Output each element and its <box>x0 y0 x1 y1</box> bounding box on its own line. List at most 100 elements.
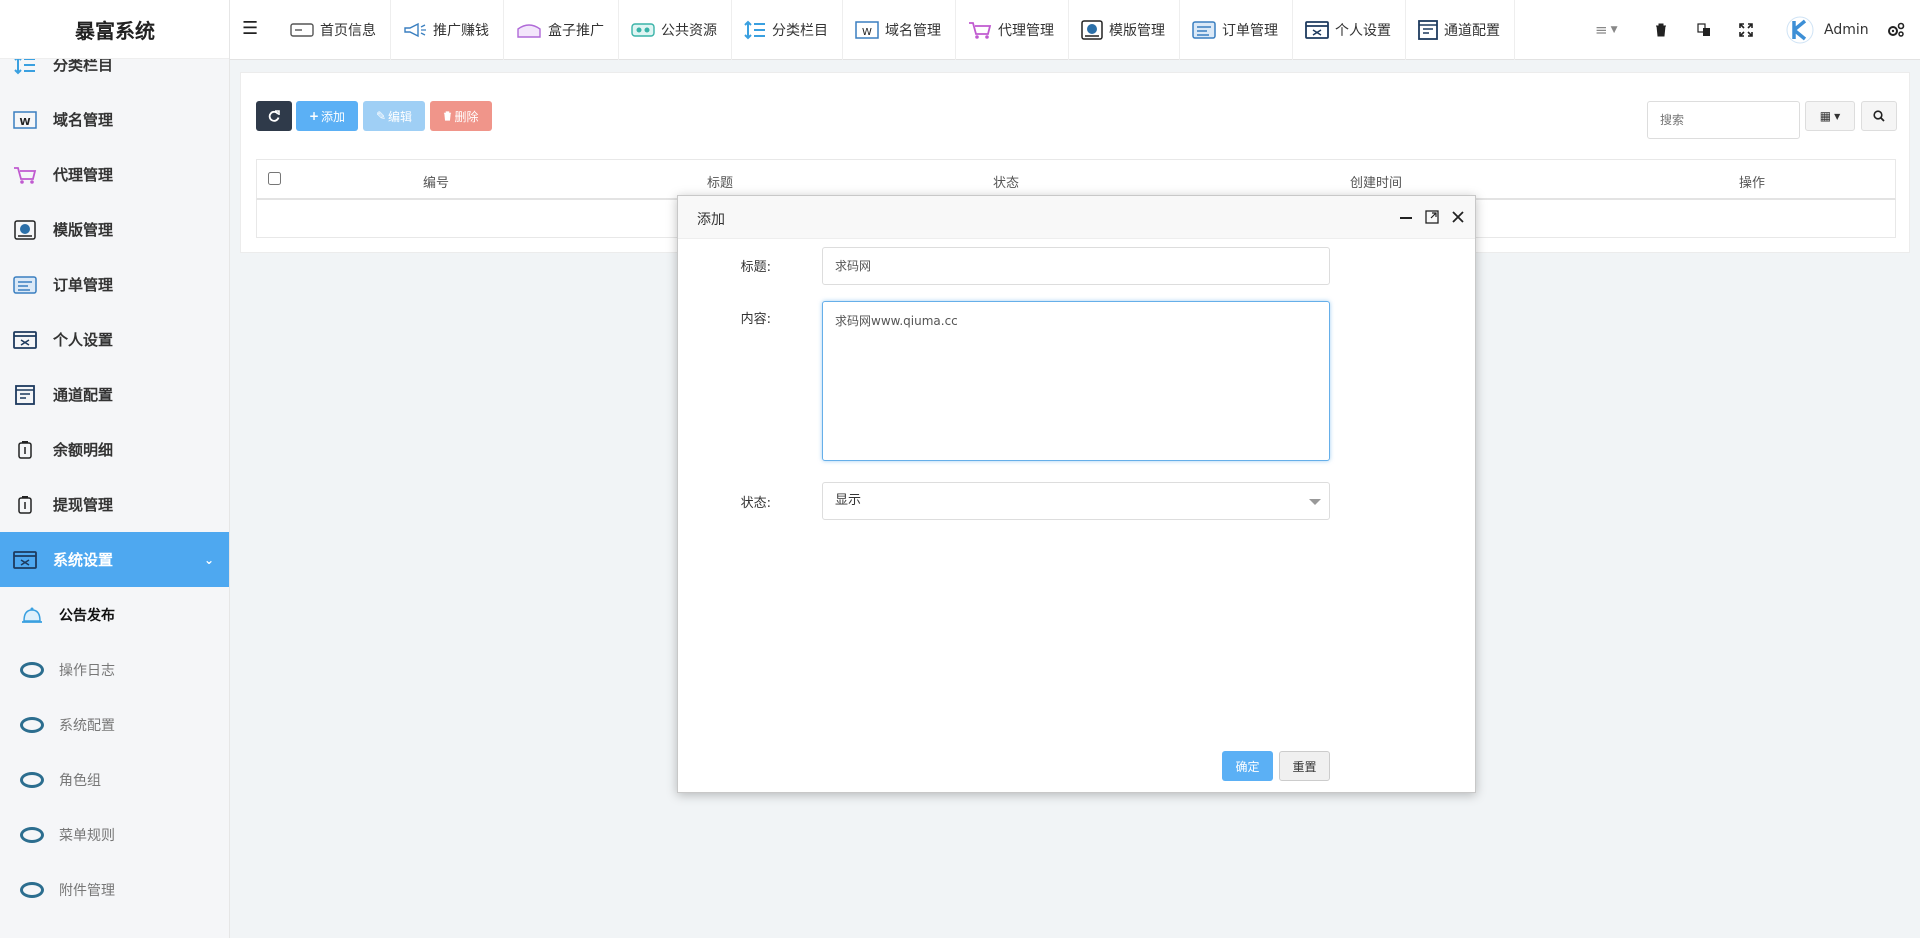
channel-icon <box>1418 20 1438 40</box>
minimize-button[interactable] <box>1397 208 1415 226</box>
system-icon <box>12 550 38 570</box>
reset-button[interactable]: 重置 <box>1279 751 1330 781</box>
sidebar-item-withdraw[interactable]: 提现管理 <box>0 477 229 532</box>
nav-tab-profile[interactable]: 个人设置 <box>1293 0 1406 60</box>
add-button[interactable]: + 添加 <box>296 101 358 131</box>
sidebar-subitem-label: 公告发布 <box>59 607 115 624</box>
status-select[interactable]: 显示 <box>822 482 1330 520</box>
nav-tab-template[interactable]: 模版管理 <box>1069 0 1180 60</box>
nav-tab-label: 盒子推广 <box>548 23 604 39</box>
pencil-icon: ✎ <box>375 109 387 123</box>
sidebar-item-balance[interactable]: 余额明细 <box>0 422 229 477</box>
sidebar-item-order[interactable]: 订单管理 <box>0 257 229 312</box>
minimize-icon <box>1400 217 1412 219</box>
sidebar-item-label: 系统设置 <box>53 551 114 569</box>
sidebar-subitem-rolegroup[interactable]: 角色组 <box>0 752 229 807</box>
add-button-label: 添加 <box>321 109 346 124</box>
app-logo-title[interactable]: 暴富系统 <box>0 0 229 59</box>
status-select-value: 显示 <box>835 493 862 508</box>
edit-button[interactable]: ✎ 编辑 <box>363 101 425 131</box>
nav-tab-label: 模版管理 <box>1109 23 1165 39</box>
nav-tab-label: 通道配置 <box>1444 23 1500 39</box>
columns-toggle-button[interactable]: ▦ ▼ <box>1805 101 1855 131</box>
nav-tab-label: 域名管理 <box>885 23 941 39</box>
sidebar-item-profile[interactable]: 个人设置 <box>0 312 229 367</box>
nav-tab-home[interactable]: 首页信息 <box>278 0 391 60</box>
search-input[interactable] <box>1647 101 1800 139</box>
nav-tab-box[interactable]: 盒子推广 <box>504 0 619 60</box>
sidebar-item-label: 个人设置 <box>53 331 114 349</box>
nav-tab-order[interactable]: 订单管理 <box>1180 0 1293 60</box>
ring-icon <box>20 881 44 898</box>
language-button[interactable] <box>1697 0 1711 60</box>
column-header-title[interactable]: 标题 <box>707 172 733 191</box>
sidebar-item-label: 域名管理 <box>53 111 114 129</box>
close-icon <box>1452 211 1464 223</box>
trash-icon <box>444 111 452 121</box>
sidebar-item-template[interactable]: 模版管理 <box>0 202 229 257</box>
sidebar-item-domain[interactable]: W 域名管理 <box>0 92 229 147</box>
dialog-header[interactable]: 添加 <box>678 196 1475 239</box>
sidebar-subitem-label: 系统配置 <box>59 717 115 734</box>
sidebar-item-label: 余额明细 <box>53 441 114 459</box>
plus-icon: + <box>308 109 320 123</box>
hamburger-menu-icon[interactable]: ☰ <box>242 18 258 39</box>
content-field-label: 内容: <box>740 312 771 327</box>
sidebar-subitem-menurule[interactable]: 菜单规则 <box>0 807 229 862</box>
more-tabs-dropdown[interactable]: ≡ ▼ <box>1595 0 1618 60</box>
nav-tab-label: 推广赚钱 <box>433 23 489 39</box>
sidebar-subitem-label: 附件管理 <box>59 882 115 899</box>
status-field-label: 状态: <box>740 496 771 511</box>
profile-icon <box>12 330 38 350</box>
search-button[interactable] <box>1861 101 1897 131</box>
gears-icon <box>1888 22 1905 37</box>
nav-tab-category[interactable]: 分类栏目 <box>732 0 843 60</box>
nav-tab-label: 个人设置 <box>1335 23 1391 39</box>
box-icon <box>517 24 541 38</box>
svg-text:W: W <box>19 117 30 128</box>
refresh-button[interactable] <box>256 101 292 131</box>
sidebar-subitem-announcement[interactable]: 公告发布 <box>0 587 229 642</box>
nav-tab-promote[interactable]: 推广赚钱 <box>391 0 504 60</box>
sidebar-subitem-attachment[interactable]: 附件管理 <box>0 862 229 917</box>
list-icon: ≡ <box>1595 21 1608 39</box>
settings-button[interactable] <box>1887 0 1905 60</box>
content-textarea[interactable]: 求码网www.qiuma.cc <box>822 301 1330 461</box>
column-header-created[interactable]: 创建时间 <box>1350 172 1402 191</box>
domain-icon: W <box>12 110 38 130</box>
nav-tab-agent[interactable]: 代理管理 <box>956 0 1069 60</box>
caret-down-icon: ▼ <box>1834 111 1841 121</box>
nav-tab-label: 分类栏目 <box>772 23 828 39</box>
maximize-button[interactable] <box>1423 208 1441 226</box>
fullscreen-button[interactable] <box>1739 0 1753 60</box>
sidebar-item-label: 订单管理 <box>53 276 114 294</box>
user-menu[interactable]: Admin <box>1786 0 1869 60</box>
search-icon <box>1873 110 1885 122</box>
nav-tabs: 首页信息 推广赚钱 盒子推广 公共资源 分类栏目 W 域名管理 代理管理 模版管 <box>278 0 1515 60</box>
sidebar-subitem-oplog[interactable]: 操作日志 <box>0 642 229 697</box>
sidebar-subitem-sysconfig[interactable]: 系统配置 <box>0 697 229 752</box>
column-header-status[interactable]: 状态 <box>993 172 1019 191</box>
nav-tab-resource[interactable]: 公共资源 <box>619 0 732 60</box>
ring-icon <box>20 661 44 678</box>
close-button[interactable] <box>1449 208 1467 226</box>
title-field[interactable]: 求码网 <box>822 247 1330 285</box>
confirm-button[interactable]: 确定 <box>1222 751 1273 781</box>
nav-tab-channel[interactable]: 通道配置 <box>1406 0 1515 60</box>
table-header: 编号 标题 状态 创建时间 操作 <box>256 159 1896 200</box>
sidebar-item-label: 通道配置 <box>53 386 114 404</box>
clear-cache-button[interactable] <box>1655 0 1667 60</box>
delete-button[interactable]: 删除 <box>430 101 492 131</box>
megaphone-icon <box>404 22 426 38</box>
column-header-id[interactable]: 编号 <box>423 172 449 191</box>
sidebar-item-system[interactable]: 系统设置 ⌄ <box>0 532 229 587</box>
sidebar-item-agent[interactable]: 代理管理 <box>0 147 229 202</box>
nav-tab-label: 首页信息 <box>320 23 376 39</box>
balance-icon <box>12 440 38 460</box>
sidebar-item-label: 代理管理 <box>53 166 114 184</box>
sidebar-item-channel[interactable]: 通道配置 <box>0 367 229 422</box>
nav-tab-label: 公共资源 <box>661 23 717 39</box>
nav-tab-domain[interactable]: W 域名管理 <box>843 0 956 60</box>
select-all-checkbox[interactable] <box>268 172 281 185</box>
order-icon <box>12 275 38 295</box>
